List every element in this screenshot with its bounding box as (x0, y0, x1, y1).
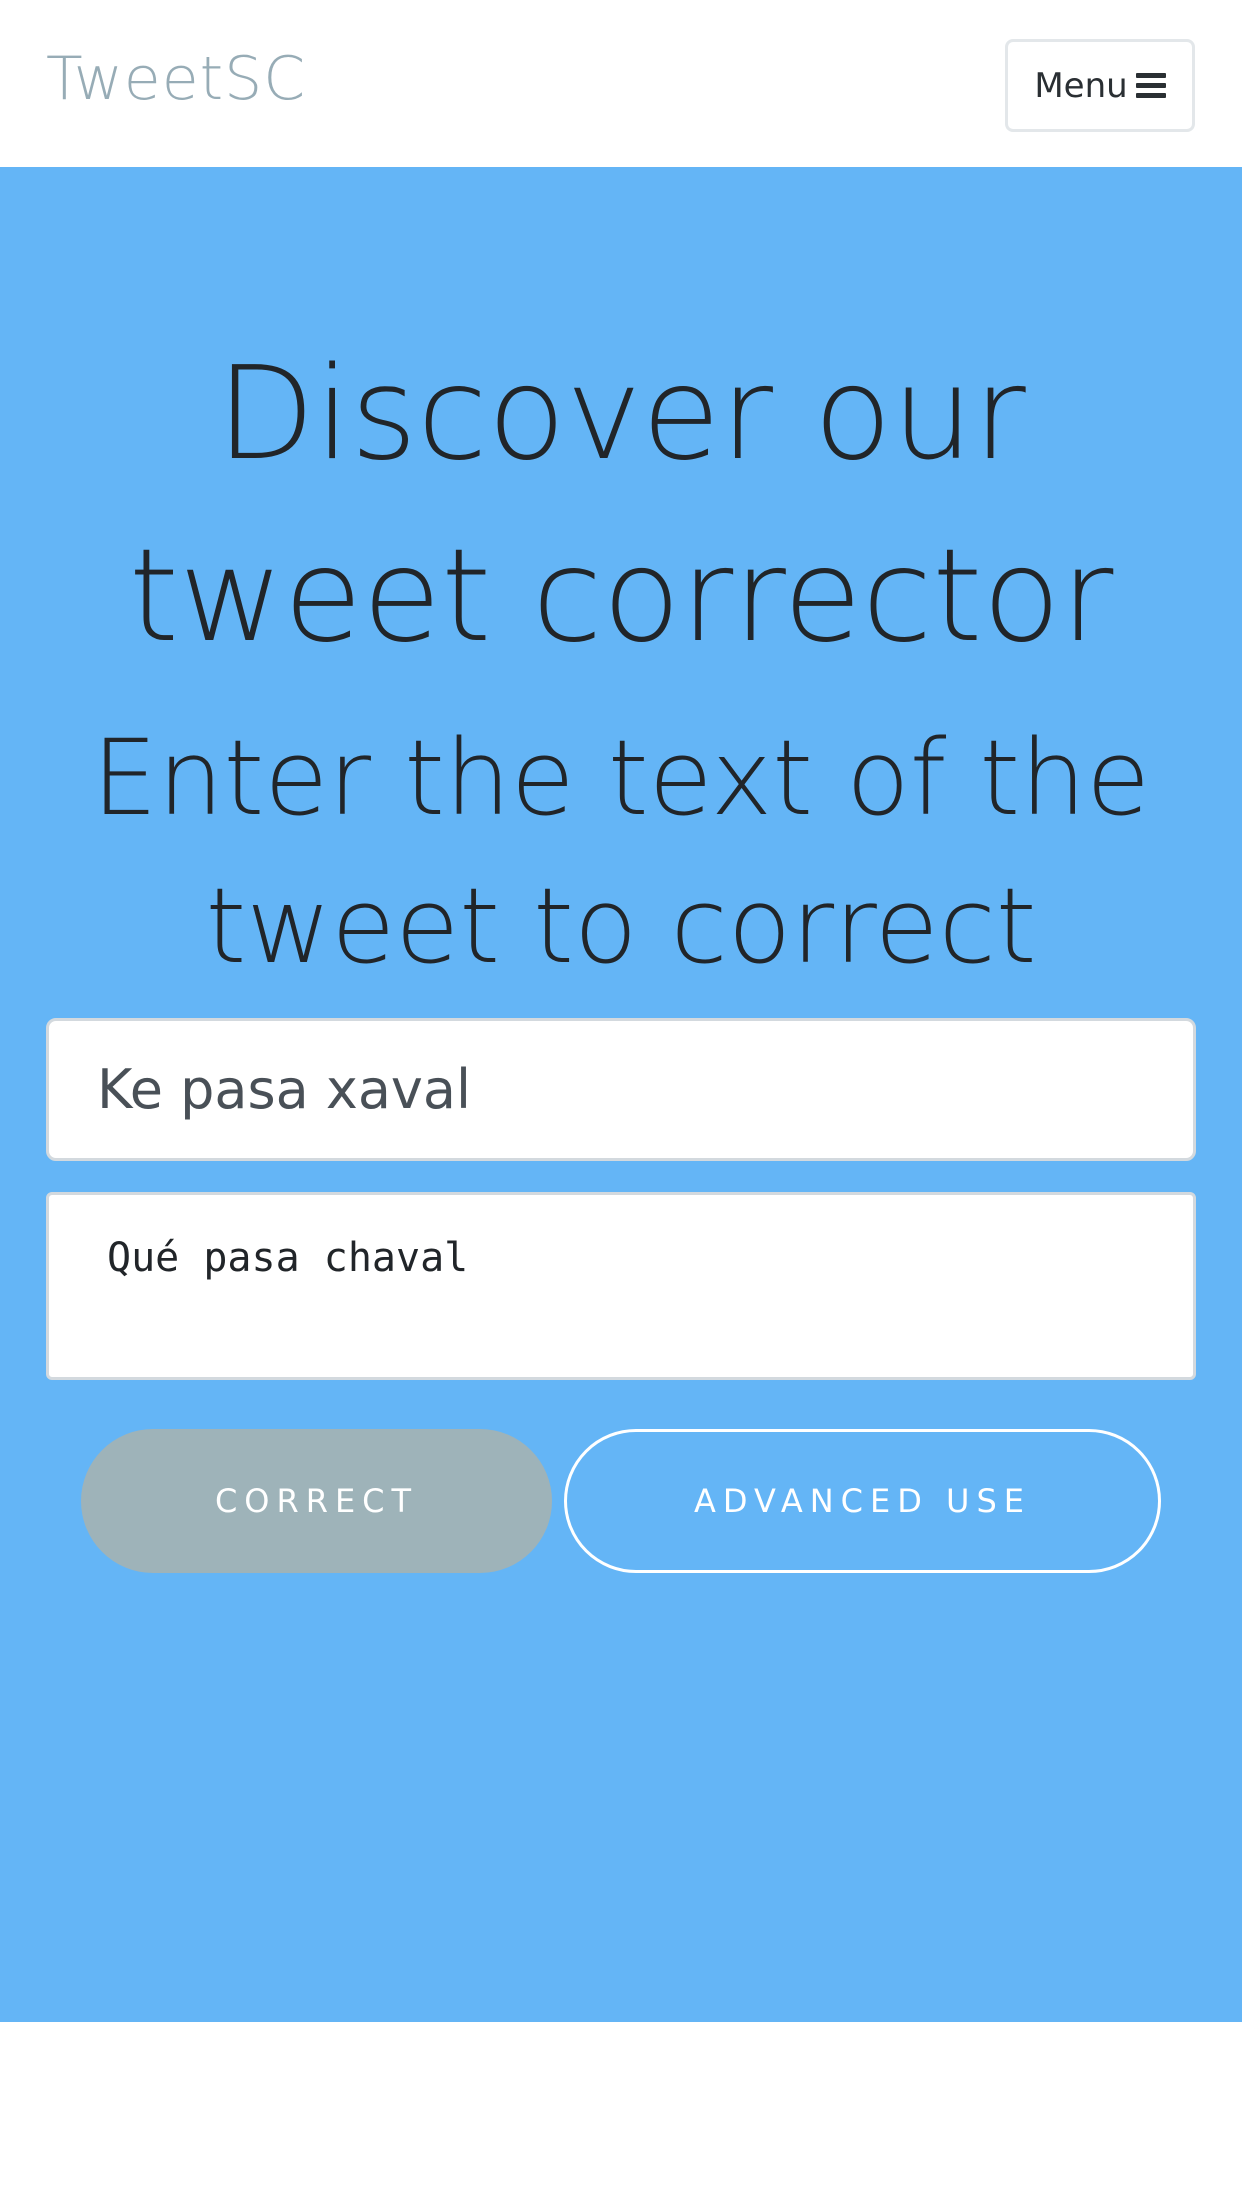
advanced-use-button[interactable]: ADVANCED USE (564, 1429, 1161, 1573)
bars-icon (1135, 72, 1166, 99)
corrected-tweet-output[interactable]: Qué pasa chaval (46, 1192, 1196, 1380)
navbar: TweetSC Menu (0, 0, 1242, 167)
tweet-input[interactable] (46, 1018, 1196, 1161)
hero-title: Discover our tweet corrector (128, 340, 1114, 671)
correct-button[interactable]: CORRECT (81, 1429, 552, 1573)
menu-button[interactable]: Menu (1005, 39, 1195, 132)
hero-section: Discover our tweet corrector Enter the t… (0, 167, 1242, 2022)
brand-logo[interactable]: TweetSC (46, 38, 306, 120)
menu-label: Menu (1034, 65, 1128, 106)
hero-subtitle: Enter the text of the tweet to correct (91, 717, 1151, 987)
